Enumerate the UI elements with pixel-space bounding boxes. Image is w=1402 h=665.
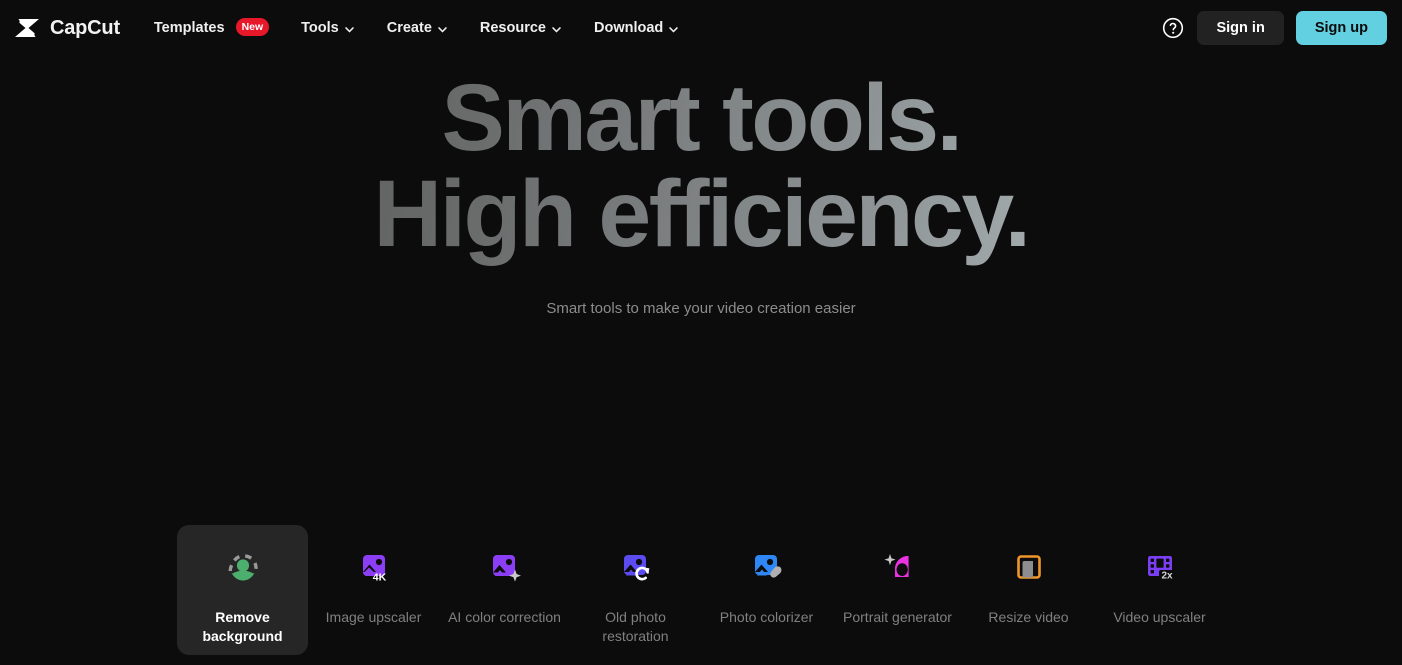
sign-up-button[interactable]: Sign up bbox=[1295, 11, 1387, 45]
nav-item-tools[interactable]: Tools bbox=[301, 20, 355, 36]
tool-card-video-upscaler[interactable]: 2x Video upscaler bbox=[1094, 525, 1225, 655]
photo-colorizer-icon bbox=[747, 547, 787, 587]
nav-right-actions: Sign in Sign up bbox=[1161, 11, 1387, 45]
nav-item-label: Create bbox=[386, 20, 432, 36]
tools-carousel: Remove background 4K Image upscaler AI c… bbox=[0, 525, 1402, 657]
tool-card-photo-colorizer[interactable]: Photo colorizer bbox=[701, 525, 832, 655]
svg-text:4K: 4K bbox=[372, 572, 386, 584]
chevron-down-icon bbox=[668, 23, 679, 34]
hero-heading-line-2: High efficiency. bbox=[0, 158, 1402, 270]
hero-subtitle: Smart tools to make your video creation … bbox=[546, 300, 856, 318]
nav-item-resource[interactable]: Resource bbox=[480, 20, 562, 36]
top-navbar: CapCut Templates New Tools Create Resour… bbox=[0, 0, 1402, 56]
nav-items: Templates New Tools Create Resource Down… bbox=[153, 18, 711, 37]
tool-label: Image upscaler bbox=[325, 609, 422, 625]
brand-name: CapCut bbox=[50, 17, 120, 39]
nav-item-label: Resource bbox=[479, 20, 546, 36]
new-badge: New bbox=[235, 18, 270, 36]
tool-card-remove-background[interactable]: Remove background bbox=[177, 525, 308, 655]
tool-card-resize-video[interactable]: Resize video bbox=[963, 525, 1094, 655]
hero-section: Smart tools. High efficiency. Smart tool… bbox=[0, 56, 1402, 317]
video-upscaler-icon: 2x bbox=[1140, 547, 1180, 587]
tool-card-portrait-generator[interactable]: Portrait generator bbox=[832, 525, 963, 655]
tool-label: Remove background bbox=[202, 609, 283, 645]
image-upscaler-icon: 4K bbox=[354, 547, 394, 587]
hero-heading-line-1: Smart tools. bbox=[0, 56, 1402, 174]
tool-label: Video upscaler bbox=[1113, 609, 1206, 625]
question-circle-icon[interactable] bbox=[1161, 16, 1185, 40]
brand-logo-link[interactable]: CapCut bbox=[12, 17, 120, 39]
nav-item-label: Download bbox=[593, 20, 664, 36]
portrait-generator-icon bbox=[878, 547, 918, 587]
nav-item-create[interactable]: Create bbox=[387, 20, 448, 36]
tool-card-old-photo-restoration[interactable]: Old photo restoration bbox=[570, 525, 701, 655]
chevron-down-icon bbox=[437, 23, 448, 34]
tool-label: Old photo restoration bbox=[602, 609, 669, 645]
tool-label: Photo colorizer bbox=[719, 609, 814, 625]
nav-item-label: Templates bbox=[153, 20, 225, 36]
sign-in-button[interactable]: Sign in bbox=[1197, 11, 1284, 45]
chevron-down-icon bbox=[344, 23, 355, 34]
tool-card-ai-color-correction[interactable]: AI color correction bbox=[439, 525, 570, 655]
svg-text:2x: 2x bbox=[1161, 571, 1173, 582]
tool-label: Portrait generator bbox=[843, 609, 952, 625]
nav-item-label: Tools bbox=[301, 20, 339, 36]
old-photo-restoration-icon bbox=[616, 547, 656, 587]
tool-label: AI color correction bbox=[448, 609, 561, 625]
ai-color-correction-icon bbox=[485, 547, 525, 587]
capcut-logo-icon bbox=[12, 17, 42, 39]
resize-video-icon bbox=[1009, 547, 1049, 587]
nav-item-templates[interactable]: Templates New bbox=[153, 18, 270, 37]
tool-label: Resize video bbox=[988, 609, 1069, 625]
remove-background-icon bbox=[223, 547, 263, 587]
nav-item-download[interactable]: Download bbox=[594, 20, 679, 36]
chevron-down-icon bbox=[551, 23, 562, 34]
tool-card-image-upscaler[interactable]: 4K Image upscaler bbox=[308, 525, 439, 655]
